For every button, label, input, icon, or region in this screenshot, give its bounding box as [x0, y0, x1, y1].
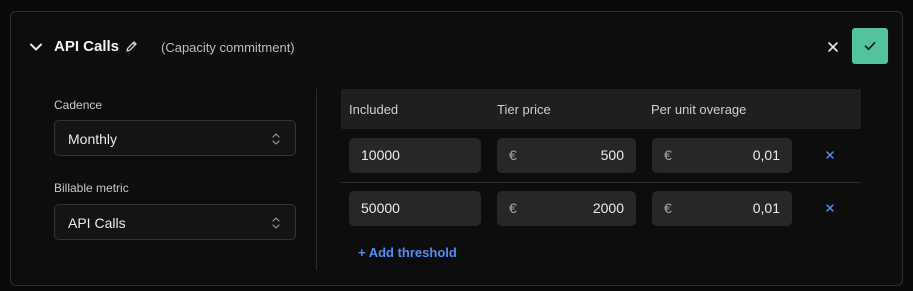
included-input[interactable]: 10000 — [349, 138, 481, 173]
tier-price-value: 2000 — [592, 200, 624, 216]
card-subtitle: (Capacity commitment) — [161, 40, 295, 55]
overage-input[interactable]: € 0,01 — [652, 138, 792, 173]
close-button[interactable] — [823, 37, 843, 57]
chevron-up-down-icon — [271, 132, 281, 146]
row-divider — [341, 182, 861, 183]
cadence-label: Cadence — [54, 98, 103, 112]
billable-metric-select[interactable]: API Calls — [54, 204, 296, 240]
vertical-divider — [316, 89, 317, 270]
tier-price-value: 500 — [600, 147, 624, 163]
confirm-button[interactable] — [852, 28, 888, 64]
overage-input[interactable]: € 0,01 — [652, 191, 792, 226]
remove-row-button[interactable] — [823, 201, 837, 215]
included-value: 50000 — [361, 200, 400, 216]
billable-metric-value: API Calls — [68, 215, 126, 231]
currency-symbol: € — [509, 200, 517, 216]
currency-symbol: € — [509, 147, 517, 163]
x-icon — [826, 204, 834, 212]
column-header-included: Included — [349, 102, 399, 117]
check-icon — [864, 41, 876, 51]
tier-price-input[interactable]: € 2000 — [497, 191, 636, 226]
included-input[interactable]: 50000 — [349, 191, 481, 226]
overage-value: 0,01 — [752, 200, 780, 216]
cadence-select[interactable]: Monthly — [54, 120, 296, 156]
chevron-down-icon[interactable] — [27, 38, 45, 56]
overage-value: 0,01 — [752, 147, 780, 163]
remove-row-button[interactable] — [823, 148, 837, 162]
pencil-icon[interactable] — [125, 40, 138, 53]
tiers-table-header: Included Tier price Per unit overage — [341, 89, 861, 129]
cadence-value: Monthly — [68, 131, 118, 147]
column-header-tier-price: Tier price — [497, 102, 551, 117]
currency-symbol: € — [664, 200, 672, 216]
add-threshold-link[interactable]: + Add threshold — [358, 245, 457, 260]
billable-metric-label: Billable metric — [54, 181, 129, 195]
column-header-overage: Per unit overage — [651, 102, 747, 117]
tier-price-input[interactable]: € 500 — [497, 138, 636, 173]
currency-symbol: € — [664, 147, 672, 163]
included-value: 10000 — [361, 147, 400, 163]
card-header: API Calls (Capacity commitment) — [11, 12, 902, 82]
close-icon — [828, 42, 838, 52]
card-title: API Calls — [54, 38, 120, 55]
price-tier-card: API Calls (Capacity commitment) Cadence … — [10, 11, 903, 286]
chevron-up-down-icon — [271, 216, 281, 230]
x-icon — [826, 151, 834, 159]
